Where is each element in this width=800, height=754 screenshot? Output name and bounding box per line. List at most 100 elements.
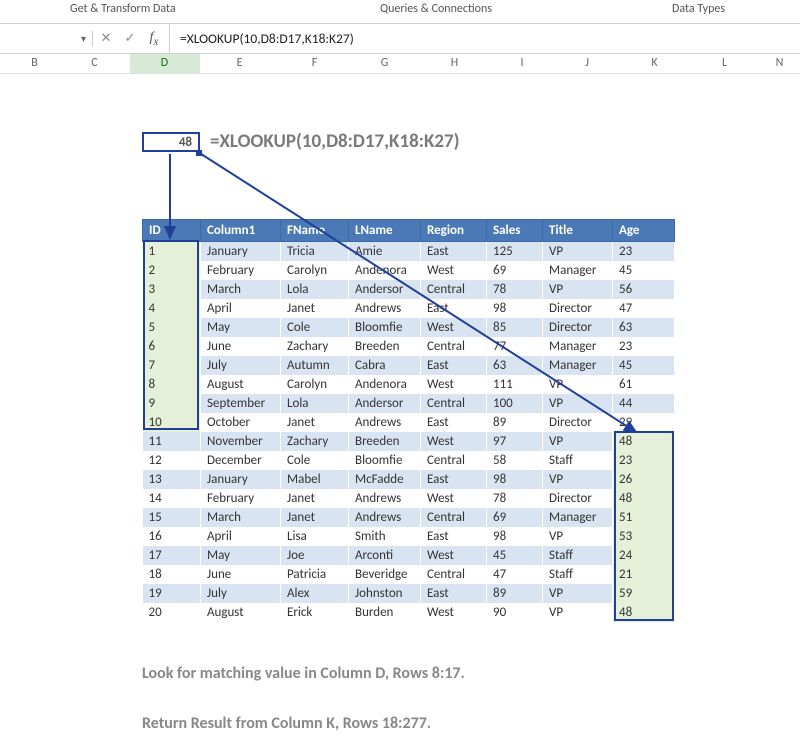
cell-ln[interactable]: Amie — [349, 242, 421, 262]
cell-sales[interactable]: 69 — [487, 508, 543, 527]
cell-fn[interactable]: Joe — [281, 546, 349, 565]
cell-reg[interactable]: West — [421, 432, 487, 451]
cell-ln[interactable]: Bloomfie — [349, 451, 421, 470]
cell-id[interactable]: 4 — [143, 299, 201, 318]
cell-col1[interactable]: May — [201, 546, 281, 565]
cell-col1[interactable]: May — [201, 318, 281, 337]
fill-handle[interactable] — [196, 150, 202, 156]
col-header-I[interactable]: I — [490, 54, 555, 73]
cell-ln[interactable]: Andenora — [349, 375, 421, 394]
cell-reg[interactable]: East — [421, 299, 487, 318]
cell-sales[interactable]: 69 — [487, 261, 543, 280]
cell-fn[interactable]: Carolyn — [281, 261, 349, 280]
col-header-N[interactable]: N — [760, 54, 800, 73]
cell-col1[interactable]: February — [201, 261, 281, 280]
fx-icon[interactable]: fx — [143, 28, 165, 50]
col-header-L[interactable]: L — [690, 54, 760, 73]
cell-fn[interactable]: Janet — [281, 413, 349, 432]
cell-col1[interactable]: July — [201, 356, 281, 375]
cell-col1[interactable]: June — [201, 565, 281, 584]
cell-reg[interactable]: Central — [421, 280, 487, 299]
cell-age[interactable]: 63 — [613, 318, 675, 337]
table-row[interactable]: 19JulyAlexJohnstonEast89VP59 — [143, 584, 675, 603]
cell-ln[interactable]: Andrews — [349, 299, 421, 318]
cell-id[interactable]: 10 — [143, 413, 201, 432]
cell-ln[interactable]: Beveridge — [349, 565, 421, 584]
cell-title[interactable]: Manager — [543, 356, 613, 375]
cell-id[interactable]: 5 — [143, 318, 201, 337]
cell-title[interactable]: Manager — [543, 261, 613, 280]
cell-col1[interactable]: January — [201, 470, 281, 489]
cell-col1[interactable]: March — [201, 508, 281, 527]
cell-age[interactable]: 26 — [613, 470, 675, 489]
cell-id[interactable]: 14 — [143, 489, 201, 508]
cell-fn[interactable]: Erick — [281, 603, 349, 622]
cell-reg[interactable]: West — [421, 489, 487, 508]
cell-col1[interactable]: January — [201, 242, 281, 262]
cell-sales[interactable]: 89 — [487, 584, 543, 603]
cell-id[interactable]: 7 — [143, 356, 201, 375]
cell-age[interactable]: 23 — [613, 451, 675, 470]
cell-age[interactable]: 53 — [613, 527, 675, 546]
cell-ln[interactable]: Andenora — [349, 261, 421, 280]
cell-title[interactable]: Director — [543, 413, 613, 432]
cell-id[interactable]: 18 — [143, 565, 201, 584]
cell-col1[interactable]: October — [201, 413, 281, 432]
cell-fn[interactable]: Carolyn — [281, 375, 349, 394]
col-header-B[interactable]: B — [10, 54, 60, 73]
cell-age[interactable]: 23 — [613, 242, 675, 262]
cell-sales[interactable]: 77 — [487, 337, 543, 356]
cell-id[interactable]: 8 — [143, 375, 201, 394]
cell-col1[interactable]: February — [201, 489, 281, 508]
table-row[interactable]: 1JanuaryTriciaAmieEast125VP23 — [143, 242, 675, 262]
cell-sales[interactable]: 63 — [487, 356, 543, 375]
cell-fn[interactable]: Janet — [281, 508, 349, 527]
col-header-G[interactable]: G — [350, 54, 420, 73]
table-row[interactable]: 16AprilLisaSmithEast98VP53 — [143, 527, 675, 546]
cell-title[interactable]: Director — [543, 489, 613, 508]
cell-age[interactable]: 23 — [613, 337, 675, 356]
cell-reg[interactable]: East — [421, 413, 487, 432]
cell-age[interactable]: 48 — [613, 603, 675, 622]
cell-fn[interactable]: Lisa — [281, 527, 349, 546]
cell-col1[interactable]: August — [201, 603, 281, 622]
th-lname[interactable]: LName — [349, 220, 421, 242]
cell-age[interactable]: 51 — [613, 508, 675, 527]
cell-title[interactable]: VP — [543, 242, 613, 262]
cell-id[interactable]: 19 — [143, 584, 201, 603]
cell-id[interactable]: 13 — [143, 470, 201, 489]
cell-col1[interactable]: November — [201, 432, 281, 451]
cell-age[interactable]: 47 — [613, 299, 675, 318]
cell-sales[interactable]: 98 — [487, 299, 543, 318]
table-row[interactable]: 14FebruaryJanetAndrewsWest78Director48 — [143, 489, 675, 508]
cell-title[interactable]: VP — [543, 432, 613, 451]
cell-sales[interactable]: 98 — [487, 470, 543, 489]
cell-fn[interactable]: Autumn — [281, 356, 349, 375]
cell-title[interactable]: VP — [543, 394, 613, 413]
cell-id[interactable]: 16 — [143, 527, 201, 546]
cell-col1[interactable]: April — [201, 527, 281, 546]
cell-ln[interactable]: Andersor — [349, 394, 421, 413]
cell-col1[interactable]: April — [201, 299, 281, 318]
table-row[interactable]: 13JanuaryMabelMcFaddeEast98VP26 — [143, 470, 675, 489]
table-row[interactable]: 7JulyAutumnCabraEast63Manager45 — [143, 356, 675, 375]
cell-sales[interactable]: 98 — [487, 527, 543, 546]
table-row[interactable]: 8AugustCarolynAndenoraWest111VP61 — [143, 375, 675, 394]
cell-id[interactable]: 20 — [143, 603, 201, 622]
ribbon-group-get-transform[interactable]: Get & Transform Data — [70, 2, 176, 16]
cell-col1[interactable]: June — [201, 337, 281, 356]
col-header-D[interactable]: D — [130, 54, 200, 73]
table-row[interactable]: 15MarchJanetAndrewsCentral69Manager51 — [143, 508, 675, 527]
cell-fn[interactable]: Patricia — [281, 565, 349, 584]
ribbon-group-queries[interactable]: Queries & Connections — [380, 2, 492, 16]
cell-reg[interactable]: West — [421, 261, 487, 280]
table-row[interactable]: 17MayJoeArcontiWest45Staff24 — [143, 546, 675, 565]
spreadsheet-grid[interactable]: 48 =XLOOKUP(10,D8:D17,K18:K27) ID Column… — [0, 74, 800, 754]
cell-id[interactable]: 2 — [143, 261, 201, 280]
cell-reg[interactable]: Central — [421, 565, 487, 584]
result-cell[interactable]: 48 — [142, 132, 200, 152]
cell-fn[interactable]: Lola — [281, 280, 349, 299]
table-row[interactable]: 11NovemberZacharyBreedenWest97VP48 — [143, 432, 675, 451]
cell-age[interactable]: 48 — [613, 489, 675, 508]
cell-fn[interactable]: Tricia — [281, 242, 349, 262]
